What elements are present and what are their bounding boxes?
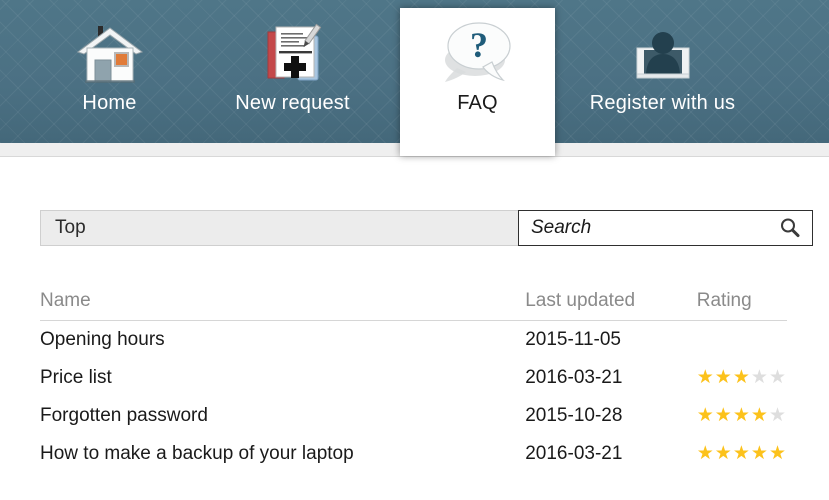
row-rating[interactable] <box>697 321 787 360</box>
row-rating[interactable]: ★★★★★ <box>697 397 787 435</box>
star-icon: ★ <box>750 367 769 388</box>
star-icon: ★ <box>714 405 733 426</box>
search-input[interactable] <box>531 217 778 239</box>
column-header-rating[interactable]: Rating <box>696 290 787 321</box>
rating-stars: ★★★★★ <box>697 443 787 464</box>
breadcrumb[interactable]: Top <box>40 210 518 246</box>
star-icon: ★ <box>714 443 733 464</box>
star-icon: ★ <box>714 367 733 388</box>
row-name[interactable]: Opening hours <box>40 321 525 360</box>
row-rating[interactable]: ★★★★★ <box>697 359 787 397</box>
star-icon: ★ <box>750 443 769 464</box>
nav-item-label: Home <box>82 92 137 114</box>
question-bubble-icon: ? <box>435 22 521 84</box>
magnifier-icon[interactable] <box>778 216 802 240</box>
row-name[interactable]: Forgotten password <box>40 397 525 435</box>
star-icon: ★ <box>696 405 715 426</box>
table-row[interactable]: Opening hours 2015-11-05 <box>40 321 787 360</box>
star-icon: ★ <box>750 405 769 426</box>
nav-item-label: Register with us <box>589 92 736 114</box>
nav-item-label: New request <box>235 92 350 114</box>
nav-item-faq[interactable]: ? FAQ <box>400 8 555 156</box>
star-icon: ★ <box>732 405 751 426</box>
search-box[interactable] <box>518 210 813 246</box>
table-body: Opening hours 2015-11-05 Price list 2016-03… <box>40 321 787 474</box>
table-row[interactable]: Price list 2016-03-21 ★★★★★ <box>40 359 787 397</box>
column-header-last-updated[interactable]: Last updated <box>525 290 697 321</box>
row-name[interactable]: How to make a backup of your laptop <box>40 435 525 473</box>
nav-item-new-request[interactable]: New request <box>205 0 380 143</box>
star-icon: ★ <box>732 367 751 388</box>
faq-table: Name Last updated Rating Opening hours 20… <box>40 290 787 473</box>
new-document-icon <box>254 22 332 84</box>
star-icon: ★ <box>696 367 715 388</box>
table-header-row: Name Last updated Rating <box>40 290 787 321</box>
person-icon <box>623 22 703 84</box>
column-header-name[interactable]: Name <box>40 290 526 321</box>
nav-item-home[interactable]: Home <box>22 0 197 143</box>
table-row[interactable]: Forgotten password 2015-10-28 ★★★★★ <box>40 397 787 435</box>
svg-text:?: ? <box>470 25 488 65</box>
row-name[interactable]: Price list <box>40 359 525 397</box>
rating-stars: ★★★★★ <box>697 405 787 426</box>
toolbar-row: Top <box>40 210 813 246</box>
star-icon: ★ <box>768 367 787 388</box>
row-last-updated: 2016-03-21 <box>525 367 623 388</box>
content-area: Top Name Last updated Rating Opening hou… <box>0 157 829 500</box>
star-icon: ★ <box>732 443 751 464</box>
row-last-updated: 2015-11-05 <box>525 329 621 350</box>
row-last-updated: 2015-10-28 <box>525 405 623 426</box>
nav-item-label: FAQ <box>457 92 498 114</box>
table-row[interactable]: How to make a backup of your laptop 2016-… <box>40 435 787 473</box>
breadcrumb-label: Top <box>55 217 86 238</box>
star-icon: ★ <box>696 443 715 464</box>
row-last-updated: 2016-03-21 <box>525 443 623 464</box>
row-rating[interactable]: ★★★★★ <box>697 435 787 473</box>
nav-item-register[interactable]: Register with us <box>575 0 750 143</box>
house-icon <box>74 22 146 84</box>
star-icon: ★ <box>768 443 787 464</box>
star-icon: ★ <box>768 405 787 426</box>
rating-stars: ★★★★★ <box>697 367 787 388</box>
